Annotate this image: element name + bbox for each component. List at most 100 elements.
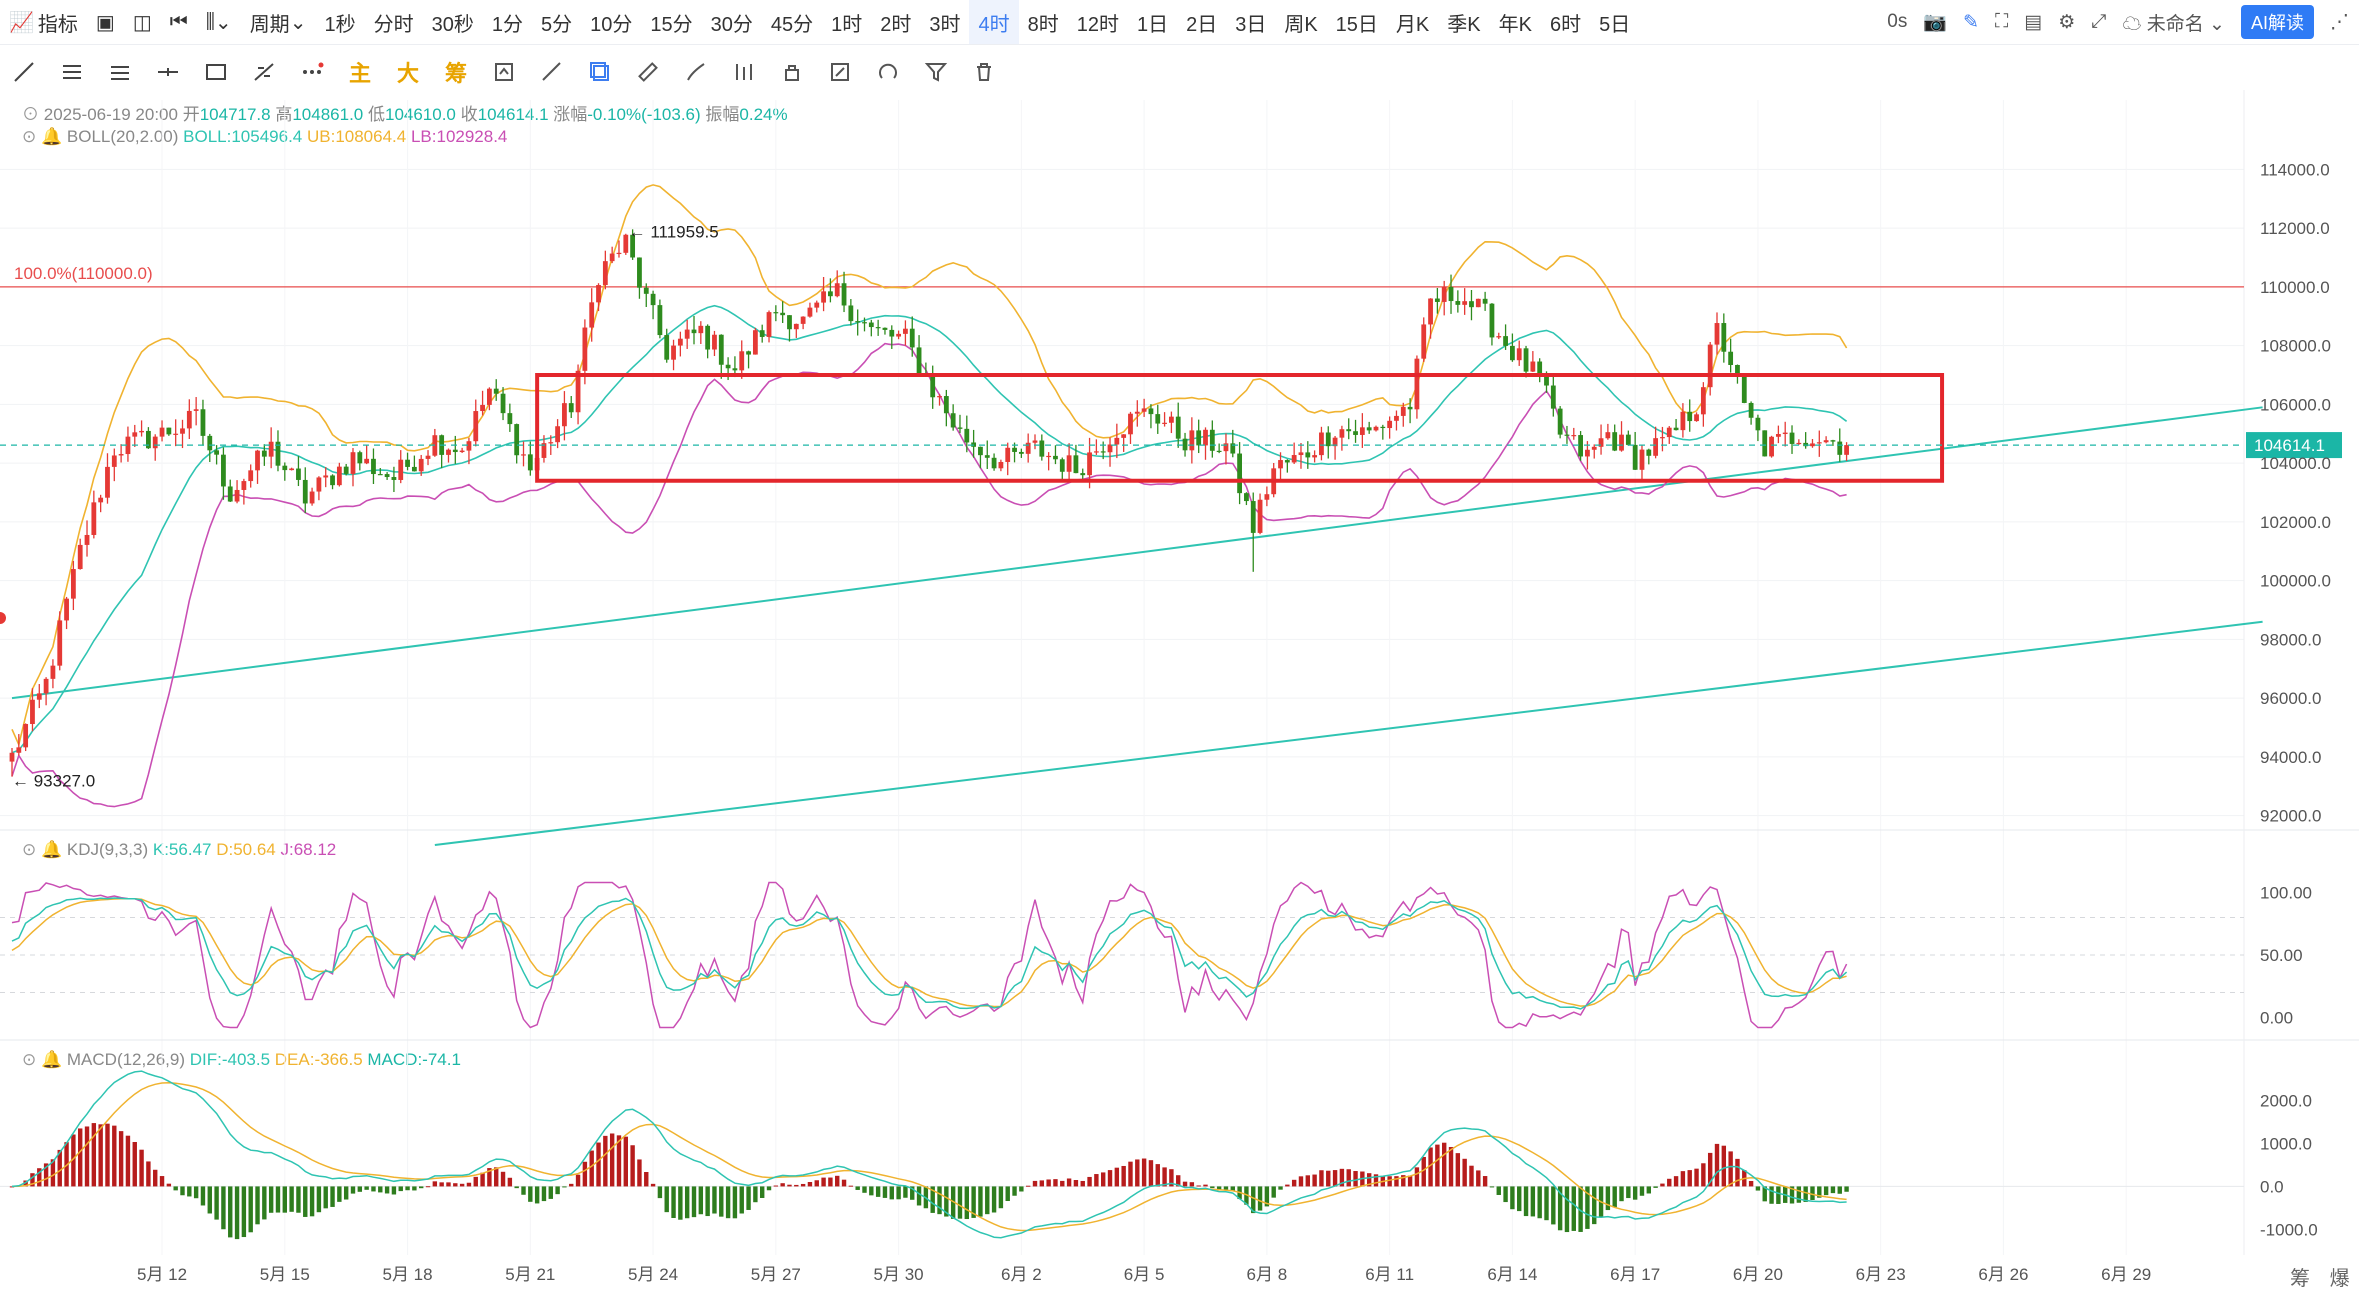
bell-icon[interactable]: 🔔 — [41, 127, 62, 146]
magnet-icon[interactable] — [864, 52, 912, 92]
fullscreen-icon[interactable]: ⤢ — [2091, 11, 2106, 33]
rect-tool-icon[interactable] — [192, 52, 240, 92]
period-option[interactable]: 4时 — [969, 0, 1019, 44]
channel-tool-icon[interactable] — [96, 52, 144, 92]
macd-hist-bar — [1632, 1186, 1638, 1200]
macd-hist-bar — [1551, 1186, 1556, 1225]
candles — [9, 229, 1849, 777]
copy-icon[interactable] — [576, 52, 624, 92]
period-button[interactable]: 周期 ⌄ — [241, 0, 316, 44]
period-option[interactable]: 30秒 — [423, 0, 483, 44]
collapse-icon[interactable]: ⊙ — [22, 127, 36, 146]
macd-hist-bar — [800, 1183, 806, 1187]
period-option[interactable]: 45分 — [762, 0, 822, 44]
line-tool-icon[interactable] — [0, 52, 48, 92]
macd-hist-bar — [1121, 1165, 1126, 1187]
layout-icon[interactable]: ◫ — [124, 0, 161, 44]
ruler-icon[interactable] — [624, 52, 672, 92]
candle-body — [868, 322, 874, 328]
price-chart[interactable]: 100.0%(110000.0) 104614.1 114000.0 112000.0… — [0, 0, 2359, 1300]
chip-distribution-button[interactable]: 筹 — [2290, 1268, 2310, 1290]
candle-body — [752, 330, 758, 355]
macd-hist-bar — [1094, 1174, 1099, 1187]
replay-icon[interactable]: ⏮ — [161, 0, 197, 44]
boll-legend: ⊙ 🔔 BOLL(20,2.00) BOLL:105496.4 UB:10806… — [22, 127, 507, 147]
period-option[interactable]: 3日 — [1226, 0, 1275, 44]
period-option[interactable]: 年K — [1490, 0, 1541, 44]
period-option[interactable]: 1时 — [822, 0, 871, 44]
candle-body — [452, 449, 458, 453]
candle-body — [173, 433, 179, 435]
candle-body — [1646, 449, 1652, 456]
candle-body — [698, 325, 704, 334]
period-option[interactable]: 月K — [1387, 0, 1438, 44]
lock-icon[interactable] — [768, 52, 816, 92]
big-order-toggle[interactable]: 大 — [384, 52, 432, 92]
chart-type-button[interactable]: ⫼ ⌄ — [197, 0, 241, 44]
indicator-button[interactable]: 📈 指标 — [0, 0, 87, 44]
macd-hist-bar — [957, 1186, 963, 1219]
period-option[interactable]: 2日 — [1177, 0, 1226, 44]
period-option[interactable]: 3时 — [920, 0, 969, 44]
main-chart-toggle[interactable]: 主 — [336, 52, 384, 92]
macd-hist-bar — [112, 1125, 117, 1187]
collapse-icon[interactable]: ⊙ — [22, 1050, 36, 1069]
calendar-icon[interactable]: ▣ — [87, 0, 124, 44]
period-option[interactable]: 1分 — [483, 0, 532, 44]
crop-icon[interactable]: ⛶ — [1995, 11, 2008, 33]
candle-body — [1339, 429, 1345, 438]
liquidation-button[interactable]: 爆 — [2330, 1268, 2350, 1290]
period-option[interactable]: 5日 — [1590, 0, 1639, 44]
fib-tool-icon[interactable] — [240, 52, 288, 92]
candle-body — [1223, 443, 1229, 452]
brush-icon[interactable] — [672, 52, 720, 92]
hline-tool-icon[interactable] — [144, 52, 192, 92]
period-option[interactable]: 12时 — [1068, 0, 1128, 44]
period-option[interactable]: 10分 — [581, 0, 641, 44]
bell-icon[interactable]: 🔔 — [41, 840, 62, 859]
sync-icon[interactable] — [480, 52, 528, 92]
chip-toggle[interactable]: 筹 — [432, 52, 480, 92]
macd-hist-bar — [821, 1177, 826, 1187]
filter-icon[interactable] — [912, 52, 960, 92]
measure-icon[interactable] — [528, 52, 576, 92]
period-option[interactable]: 1日 — [1128, 0, 1177, 44]
period-option[interactable]: 1秒 — [315, 0, 364, 44]
edit-icon[interactable] — [816, 52, 864, 92]
candle-body — [255, 450, 260, 471]
time-axis-label: 6月 11 — [1365, 1265, 1414, 1284]
news-icon[interactable]: ▤ — [2024, 11, 2042, 34]
period-option[interactable]: 季K — [1438, 0, 1489, 44]
period-option[interactable]: 分时 — [365, 0, 423, 44]
ai-button[interactable]: AI解读 — [2240, 5, 2314, 39]
macd-hist-bar — [780, 1183, 785, 1187]
period-option[interactable]: 15分 — [641, 0, 701, 44]
share-icon[interactable]: ⋰ — [2330, 11, 2349, 34]
boll-middle-band — [11, 304, 1848, 754]
bars-icon[interactable] — [720, 52, 768, 92]
period-option[interactable]: 8时 — [1019, 0, 1068, 44]
period-option[interactable]: 30分 — [702, 0, 762, 44]
cloud-save-button[interactable]: ☁ 未命名 ⌄ — [2122, 9, 2225, 36]
macd-hist-bar — [1107, 1170, 1113, 1187]
pen-icon[interactable]: ✎ — [1963, 11, 1979, 34]
period-option[interactable]: 6时 — [1541, 0, 1590, 44]
period-option[interactable]: 周K — [1275, 0, 1326, 44]
candle-body — [514, 424, 520, 456]
period-option[interactable]: 15日 — [1327, 0, 1387, 44]
candle-body — [1810, 443, 1815, 447]
settings-icon[interactable]: ⚙ — [2058, 11, 2075, 34]
more-tools-icon[interactable] — [288, 52, 336, 92]
hlines-tool-icon[interactable] — [48, 52, 96, 92]
candle-body — [1714, 323, 1720, 345]
period-option[interactable]: 2时 — [871, 0, 920, 44]
camera-icon[interactable]: 📷 — [1923, 10, 1947, 34]
collapse-icon[interactable]: ⊙ — [22, 840, 36, 859]
period-option[interactable]: 5分 — [532, 0, 581, 44]
candle-body — [705, 325, 711, 350]
collapse-icon[interactable]: ⊙ — [22, 105, 39, 124]
candle-body — [718, 334, 724, 365]
candle-body — [473, 411, 479, 442]
bell-icon[interactable]: 🔔 — [41, 1050, 62, 1069]
trash-icon[interactable] — [960, 52, 1008, 92]
